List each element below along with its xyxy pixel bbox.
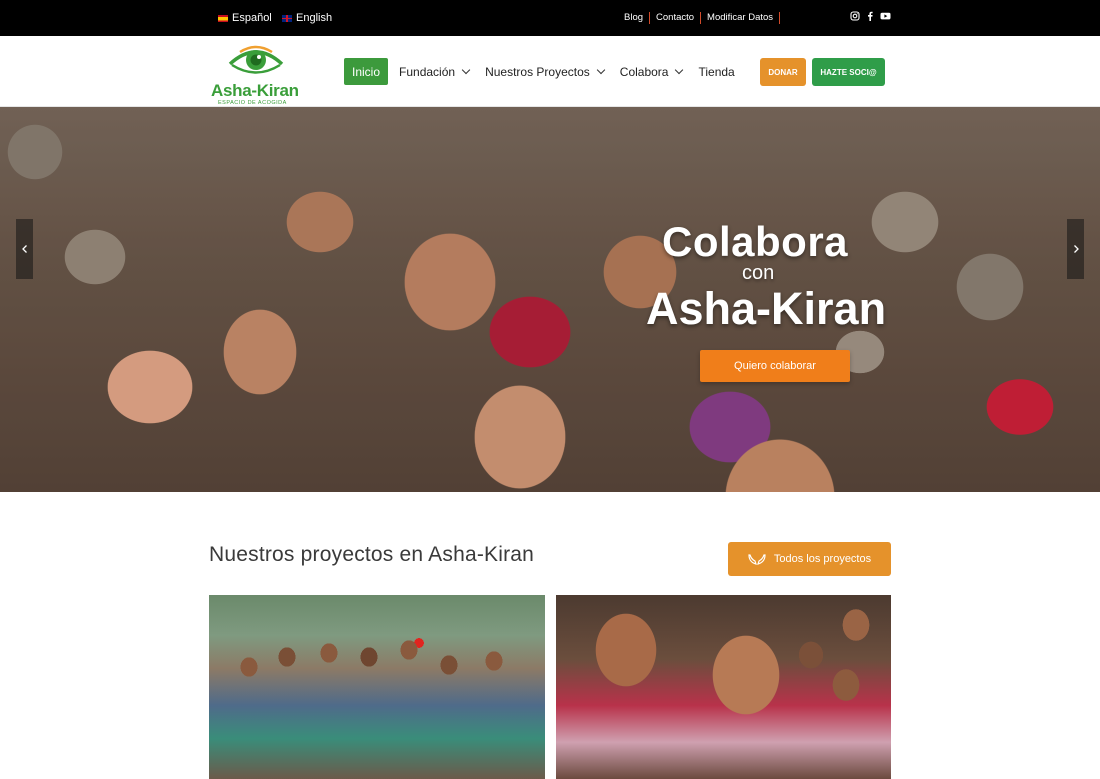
all-projects-button[interactable]: Todos los proyectos	[728, 542, 891, 576]
nav-item-fundacion-label: Fundación	[399, 64, 456, 79]
eye-logo-icon	[228, 45, 284, 74]
flag-spain-icon	[218, 14, 228, 22]
chevron-left-icon	[21, 245, 27, 253]
chevron-down-icon	[461, 65, 471, 75]
nav-item-colabora[interactable]: Colabora	[619, 58, 684, 85]
project-card-1[interactable]	[209, 595, 545, 779]
youtube-icon[interactable]	[880, 11, 891, 21]
projects-title: Nuestros proyectos en Asha-Kiran	[209, 543, 535, 566]
hero-slider: Colabora con Asha-Kiran Quiero colaborar	[0, 107, 1100, 492]
main-nav: Inicio Fundación Nuestros Proyectos Cola…	[344, 58, 751, 85]
nav-item-nuestros-proyectos-label: Nuestros Proyectos	[485, 64, 590, 79]
site-logo[interactable]: Asha-Kiran ESPACIO DE ACOGIDA	[210, 42, 302, 106]
top-links: Blog Contacto Modificar Datos	[618, 12, 781, 24]
site-header: Asha-Kiran ESPACIO DE ACOGIDA Inicio Fun…	[0, 36, 1100, 107]
nav-item-inicio[interactable]: Inicio	[344, 58, 389, 85]
top-bar: Español English Blog Contacto Modificar …	[0, 0, 1100, 36]
logo-name: Asha-Kiran	[211, 81, 299, 100]
language-spanish-label: Español	[232, 12, 272, 24]
social-links	[850, 11, 891, 21]
hero-title-line1: Colabora	[662, 218, 849, 265]
nav-item-inicio-label: Inicio	[352, 64, 381, 79]
donar-button[interactable]: DONAR	[760, 58, 806, 86]
language-english-label: English	[296, 12, 333, 24]
hazte-socio-button[interactable]: HAZTE SOCI@	[812, 58, 885, 86]
nav-item-tienda[interactable]: Tienda	[698, 58, 734, 85]
language-english[interactable]: English	[282, 12, 332, 24]
slider-next-button[interactable]	[1067, 219, 1084, 279]
nav-item-fundacion[interactable]: Fundación	[399, 58, 471, 85]
language-spanish[interactable]: Español	[218, 12, 272, 24]
facebook-icon[interactable]	[866, 11, 874, 21]
chevron-down-icon	[675, 65, 684, 75]
instagram-icon[interactable]	[850, 11, 860, 21]
hero-title-line3: Asha-Kiran	[646, 283, 887, 334]
hero-shade	[0, 107, 1100, 492]
nav-item-nuestros-proyectos[interactable]: Nuestros Proyectos	[485, 58, 606, 85]
modify-data-link[interactable]: Modificar Datos	[701, 12, 781, 24]
chevron-right-icon	[1073, 245, 1079, 253]
slider-prev-button[interactable]	[16, 219, 33, 279]
flag-uk-icon	[282, 14, 292, 22]
hands-icon	[748, 554, 766, 565]
project-card-2[interactable]	[556, 595, 891, 779]
chevron-down-icon	[596, 65, 606, 75]
hero-title-line2: con	[742, 262, 775, 284]
contact-link[interactable]: Contacto	[650, 12, 702, 24]
nav-item-tienda-label: Tienda	[698, 64, 735, 79]
all-projects-label: Todos los proyectos	[773, 553, 872, 565]
logo-tagline: ESPACIO DE ACOGIDA	[218, 100, 287, 106]
blog-link[interactable]: Blog	[618, 12, 651, 24]
nav-item-colabora-label: Colabora	[619, 64, 669, 79]
quiero-colaborar-button[interactable]: Quiero colaborar	[700, 350, 850, 382]
